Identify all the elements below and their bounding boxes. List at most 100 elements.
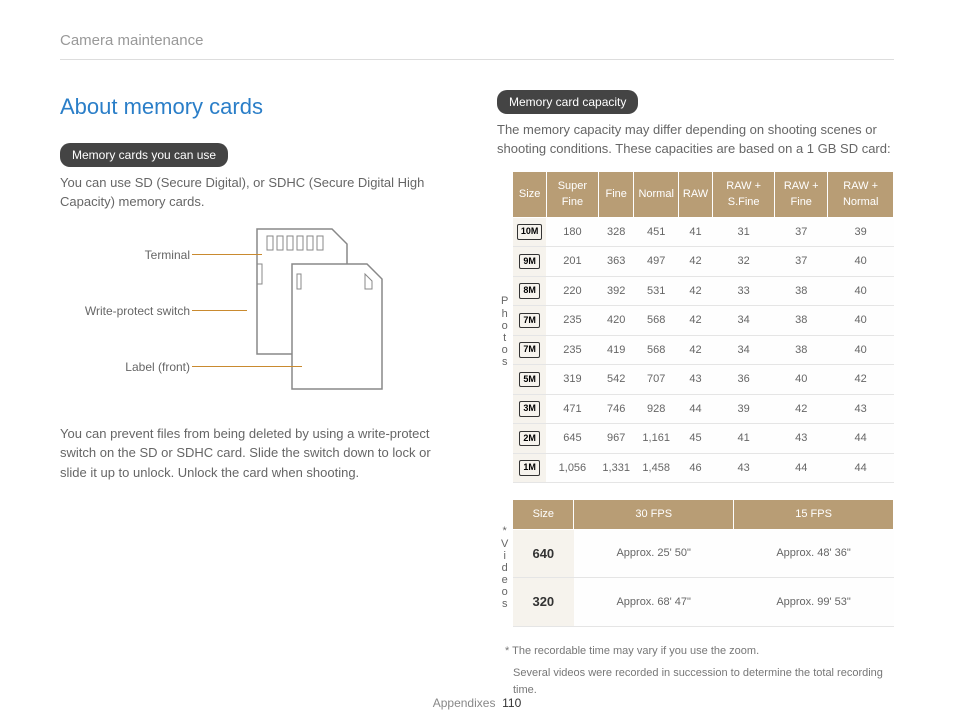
size-icon: 8M [519,283,540,299]
data-cell: 37 [775,247,828,277]
table-header: RAW [678,171,712,217]
paragraph-write-protect: You can prevent files from being deleted… [60,424,457,483]
size-icon: 7M [519,313,540,329]
footer-section: Appendixes [433,696,496,710]
data-cell: 746 [598,394,634,424]
size-cell: 8M [513,276,547,306]
breadcrumb: Camera maintenance [60,30,894,60]
data-cell: 1,458 [634,453,678,483]
data-cell: 1,331 [598,453,634,483]
size-cell: 640 [513,529,574,578]
table-row: 7M23542056842343840 [513,306,894,336]
data-cell: 42 [775,394,828,424]
data-cell: 201 [546,247,598,277]
table-header: RAW + Fine [775,171,828,217]
size-cell: 7M [513,306,547,336]
data-cell: 43 [775,424,828,454]
size-icon: 1M [519,460,540,476]
size-cell: 2M [513,424,547,454]
size-icon: 5M [519,372,540,388]
data-cell: 39 [713,394,775,424]
table-header: RAW + Normal [828,171,894,217]
table-header: RAW + S.Fine [713,171,775,217]
data-cell: 45 [678,424,712,454]
data-cell: 42 [678,335,712,365]
data-cell: 419 [598,335,634,365]
data-cell: 38 [775,276,828,306]
data-cell: 40 [828,306,894,336]
size-icon: 10M [517,224,543,240]
data-cell: 328 [598,217,634,247]
data-cell: 32 [713,247,775,277]
table-row: 9M20136349742323740 [513,247,894,277]
data-cell: 38 [775,306,828,336]
size-cell: 7M [513,335,547,365]
footer-page-number: 110 [502,696,521,710]
size-cell: 320 [513,578,574,627]
data-cell: 40 [775,365,828,395]
right-column: Memory card capacity The memory capacity… [497,90,894,699]
data-cell: 531 [634,276,678,306]
pill-memory-cards-use: Memory cards you can use [60,143,228,167]
data-cell: 451 [634,217,678,247]
data-cell: 39 [828,217,894,247]
table-header: 30 FPS [574,500,734,530]
size-icon: 3M [519,401,540,417]
table-header: Super Fine [546,171,598,217]
table-header: Size [513,171,547,217]
data-cell: 46 [678,453,712,483]
table-row: 320Approx. 68' 47"Approx. 99' 53" [513,578,894,627]
left-column: About memory cards Memory cards you can … [60,90,457,699]
page-footer: Appendixes 110 [0,694,954,712]
size-icon: 7M [519,342,540,358]
data-cell: 44 [828,453,894,483]
data-cell: 645 [546,424,598,454]
data-cell: 43 [828,394,894,424]
table-row: 5M31954270743364042 [513,365,894,395]
videos-capacity-table: Size30 FPS15 FPS 640Approx. 25' 50"Appro… [512,499,894,627]
size-cell: 3M [513,394,547,424]
data-cell: 235 [546,306,598,336]
table-header: Normal [634,171,678,217]
data-cell: 707 [634,365,678,395]
size-cell: 5M [513,365,547,395]
data-cell: 471 [546,394,598,424]
size-icon: 9M [519,254,540,270]
data-cell: 41 [713,424,775,454]
data-cell: 392 [598,276,634,306]
table-row: 7M23541956842343840 [513,335,894,365]
data-cell: 34 [713,335,775,365]
sd-card-icon [237,224,397,394]
footnote-zoom: * The recordable time may vary if you us… [497,643,894,660]
data-cell: 44 [775,453,828,483]
data-cell: 1,056 [546,453,598,483]
data-cell: 43 [678,365,712,395]
data-cell: 420 [598,306,634,336]
data-cell: 33 [713,276,775,306]
data-cell: 31 [713,217,775,247]
photos-capacity-table: SizeSuper FineFineNormalRAWRAW + S.FineR… [512,171,894,484]
table-row: 8M22039253142333840 [513,276,894,306]
data-cell: 497 [634,247,678,277]
videos-vertical-label: *Videos [501,525,508,610]
data-cell: 967 [598,424,634,454]
data-cell: 42 [678,306,712,336]
data-cell: 37 [775,217,828,247]
diagram-label-write: Write-protect switch [70,302,190,320]
table-row: 2M6459671,16145414344 [513,424,894,454]
data-cell: 42 [678,276,712,306]
photos-vertical-label: Photos [501,295,508,368]
data-cell: 235 [546,335,598,365]
data-cell: 1,161 [634,424,678,454]
data-cell: 319 [546,365,598,395]
size-icon: 2M [519,431,540,447]
sd-card-diagram: Terminal Write-protect switch Label (fro… [60,224,457,404]
pill-memory-capacity: Memory card capacity [497,90,638,114]
table-row: 3M47174692844394243 [513,394,894,424]
data-cell: Approx. 99' 53" [734,578,894,627]
table-header: 15 FPS [734,500,894,530]
data-cell: 41 [678,217,712,247]
diagram-label-terminal: Terminal [70,246,190,264]
data-cell: 40 [828,276,894,306]
paragraph-capacity: The memory capacity may differ depending… [497,120,894,159]
